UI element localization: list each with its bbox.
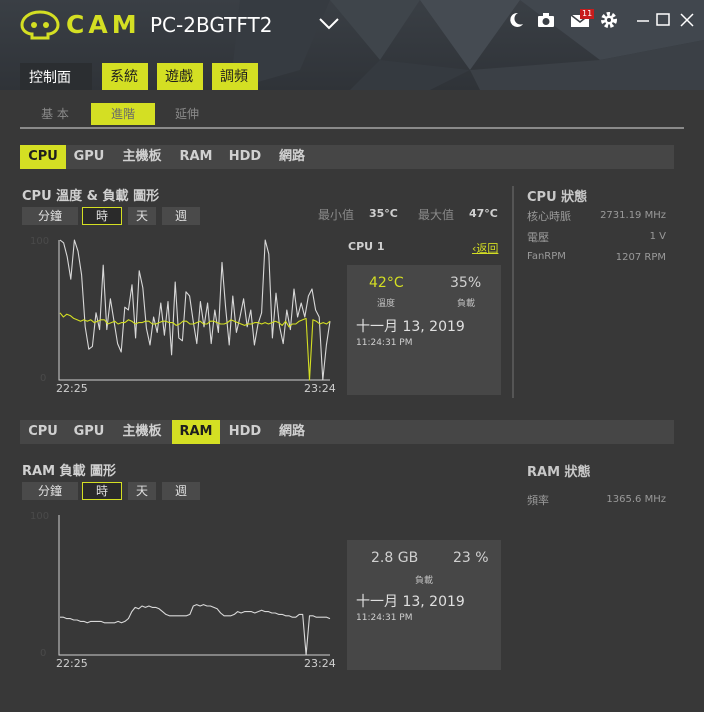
cpu-core-clock-value: 2731.19 MHz	[600, 210, 666, 221]
min-value: 35°C	[369, 207, 398, 220]
range-hour-button[interactable]: 時	[82, 207, 122, 225]
ram-info-card: 2.8 GB 23 % 負載 十一月 13, 2019 11:24:31 PM	[347, 540, 501, 670]
maximize-icon[interactable]	[654, 10, 674, 30]
ram-load-label: 負載	[415, 576, 434, 586]
max-label: 最大值	[418, 208, 455, 222]
cpu-x-start: 22:25	[56, 382, 88, 395]
ram-date: 十一月 13, 2019	[356, 594, 465, 610]
cpu-y-max: 100	[30, 236, 50, 247]
tab-motherboard[interactable]: 主機板	[112, 420, 172, 444]
nav-control-panel[interactable]: 控制面板	[20, 63, 92, 90]
cpu-status-title: CPU 狀態	[527, 190, 588, 205]
tab-gpu[interactable]: GPU	[66, 145, 112, 169]
cpu-y-min: 0	[40, 373, 47, 384]
cpu-divider	[512, 186, 514, 398]
tab-motherboard[interactable]: 主機板	[112, 145, 172, 169]
ram-graph	[58, 515, 331, 656]
ram-load-line	[60, 604, 331, 656]
camera-icon[interactable]	[536, 10, 556, 30]
mail-count-badge: 11	[580, 9, 595, 19]
cpu-temp-label: 溫度	[377, 299, 396, 309]
ram-status-title: RAM 狀態	[527, 465, 591, 480]
title-bar: CAM PC-2BGTFT2 11 控制面板 系統 遊戲 調頻	[0, 0, 704, 90]
cpu-temp-value: 42°C	[369, 275, 404, 291]
ram-frequency-value: 1365.6 MHz	[606, 494, 666, 505]
ram-time: 11:24:31 PM	[356, 613, 413, 623]
cpu-load-line	[59, 239, 331, 381]
pc-name[interactable]: PC-2BGTFT2	[150, 13, 272, 37]
cpu-date: 十一月 13, 2019	[356, 319, 465, 335]
range-minute-button[interactable]: 分鐘	[22, 207, 78, 225]
max-value: 47°C	[469, 207, 498, 220]
minimize-icon[interactable]	[634, 10, 654, 30]
subtab-extended[interactable]: 延伸	[155, 103, 219, 125]
range-day-button[interactable]: 天	[128, 482, 156, 500]
cpu-time: 11:24:31 PM	[356, 338, 413, 348]
ram-x-start: 22:25	[56, 657, 88, 670]
tab-ram[interactable]: RAM	[172, 145, 220, 169]
subtab-advanced[interactable]: 進階	[91, 103, 155, 125]
tab-hdd[interactable]: HDD	[220, 145, 270, 169]
cpu-x-end: 23:24	[304, 382, 336, 395]
cpu-voltage-value: 1 V	[649, 231, 666, 242]
cpu-fan-value: 1207 RPM	[615, 252, 666, 263]
range-minute-button[interactable]: 分鐘	[22, 482, 78, 500]
range-hour-button[interactable]: 時	[82, 482, 122, 500]
cpu-graph	[58, 239, 331, 381]
ram-graph-title: RAM 負載 圖形	[22, 464, 117, 479]
ram-y-min: 0	[40, 648, 47, 659]
ram-load-value: 23 %	[453, 550, 489, 566]
chevron-down-icon[interactable]	[318, 14, 340, 32]
cpu-info-card: 42°C 溫度 35% 負載 十一月 13, 2019 11:24:31 PM	[347, 265, 501, 395]
cpu-load-label: 負載	[457, 299, 476, 309]
cpu-fan-label: FanRPM	[527, 251, 566, 262]
tab-ram[interactable]: RAM	[172, 420, 220, 444]
cpu-load-value: 35%	[450, 275, 482, 291]
moon-icon[interactable]	[506, 10, 526, 30]
cpu-graph-title: CPU 溫度 & 負載 圖形	[22, 189, 160, 204]
nav-games[interactable]: 遊戲	[157, 63, 203, 90]
brand-name: CAM	[66, 10, 141, 39]
tab-network[interactable]: 網路	[270, 420, 314, 444]
back-link[interactable]: ‹返回	[472, 240, 498, 256]
ram-frequency-label: 頻率	[527, 494, 549, 507]
ram-component-tabs: CPU GPU 主機板 RAM HDD 網路	[20, 420, 674, 444]
cam-logo-icon	[20, 10, 60, 40]
range-week-button[interactable]: 週	[162, 207, 200, 225]
axis-lines	[58, 240, 330, 381]
subtab-basic[interactable]: 基 本	[20, 103, 90, 125]
range-week-button[interactable]: 週	[162, 482, 200, 500]
tab-gpu[interactable]: GPU	[66, 420, 112, 444]
axis-lines	[58, 515, 330, 656]
tab-cpu[interactable]: CPU	[20, 145, 66, 169]
ram-used-value: 2.8 GB	[371, 550, 419, 566]
gear-icon[interactable]	[599, 10, 619, 30]
range-day-button[interactable]: 天	[128, 207, 156, 225]
tab-cpu[interactable]: CPU	[20, 420, 66, 444]
cpu-voltage-label: 電壓	[527, 231, 549, 244]
cpu-component-tabs: CPU GPU 主機板 RAM HDD 網路	[20, 145, 674, 169]
min-label: 最小值	[318, 208, 355, 222]
ram-x-end: 23:24	[304, 657, 336, 670]
ram-y-max: 100	[30, 511, 50, 522]
tab-network[interactable]: 網路	[270, 145, 314, 169]
tab-hdd[interactable]: HDD	[220, 420, 270, 444]
nav-system[interactable]: 系統	[102, 63, 148, 90]
nav-tuning[interactable]: 調頻	[212, 63, 258, 90]
sub-navigation: 基 本 進階 延伸	[20, 103, 684, 129]
cpu-card-title: CPU 1	[348, 240, 385, 253]
close-icon[interactable]	[677, 10, 697, 30]
cpu-core-clock-label: 核心時脈	[527, 210, 571, 223]
